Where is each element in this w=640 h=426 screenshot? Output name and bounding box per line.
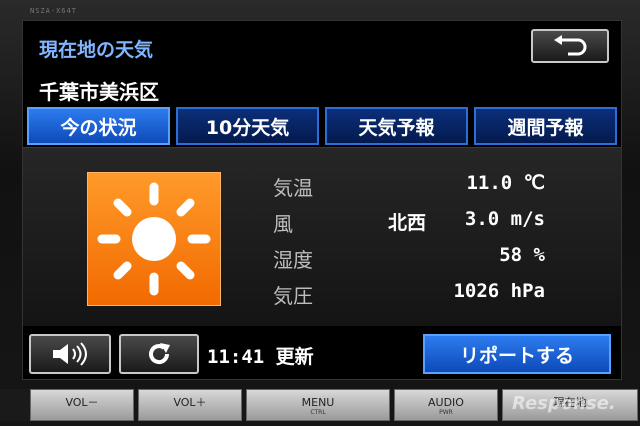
tab-forecast[interactable]: 天気予報 [325, 107, 468, 145]
hw-vol-up-label: VOL＋ [173, 396, 207, 409]
hw-audio-label: AUDIO [428, 396, 464, 409]
pressure-row: 気圧 1026 hPa [273, 280, 573, 312]
speaker-icon [53, 342, 87, 366]
hw-vol-up-button[interactable]: VOL＋ [138, 389, 242, 421]
updated-time: 11:41 更新 [207, 346, 314, 368]
display-screen: 現在地の天気 千葉市美浜区 今の状況 10分天気 天気予報 週間予報 気温 11… [22, 20, 622, 380]
hw-menu-button[interactable]: MENU CTRL [246, 389, 390, 421]
wind-direction: 北西 [388, 212, 427, 234]
tab-bar: 今の状況 10分天気 天気予報 週間予報 [27, 107, 617, 145]
bottom-bar: 11:41 更新 リポートする [23, 329, 621, 379]
hw-audio-button[interactable]: AUDIO PWR [394, 389, 498, 421]
wind-row: 風 北西 3.0 m/s [273, 208, 573, 240]
page-title: 現在地の天気 [39, 39, 154, 61]
watermark: Response. [512, 393, 616, 414]
sunny-icon [87, 172, 221, 306]
refresh-button[interactable] [119, 334, 199, 374]
return-arrow-icon [554, 35, 587, 56]
pressure-value: 1026 hPa [453, 280, 545, 302]
wind-value: 3.0 m/s [464, 208, 545, 230]
tab-10min[interactable]: 10分天気 [176, 107, 319, 145]
refresh-icon [149, 343, 170, 364]
hw-audio-sublabel: PWR [439, 409, 453, 416]
temperature-label: 気温 [273, 176, 313, 200]
report-button[interactable]: リポートする [423, 334, 611, 374]
volume-button[interactable] [29, 334, 111, 374]
hw-vol-down-button[interactable]: VOL－ [30, 389, 134, 421]
model-label: NSZA-X64T [30, 7, 77, 15]
pressure-label: 気圧 [273, 284, 313, 308]
temperature-value: 11.0 ℃ [466, 172, 545, 194]
hw-menu-label: MENU [301, 396, 335, 409]
weather-panel: 気温 11.0 ℃ 風 北西 3.0 m/s 湿度 58 % 気圧 1026 h… [23, 147, 621, 326]
hw-menu-sublabel: CTRL [310, 409, 326, 416]
location-label: 千葉市美浜区 [39, 80, 159, 104]
humidity-label: 湿度 [273, 248, 313, 272]
hardware-left-cap [0, 389, 30, 421]
tab-weekly[interactable]: 週間予報 [474, 107, 617, 145]
wind-label: 風 [273, 212, 293, 236]
temperature-row: 気温 11.0 ℃ [273, 172, 573, 204]
hw-vol-down-label: VOL－ [65, 396, 99, 409]
humidity-row: 湿度 58 % [273, 244, 573, 276]
tab-current[interactable]: 今の状況 [27, 107, 170, 145]
humidity-value: 58 % [499, 244, 545, 266]
back-button[interactable] [531, 29, 609, 63]
